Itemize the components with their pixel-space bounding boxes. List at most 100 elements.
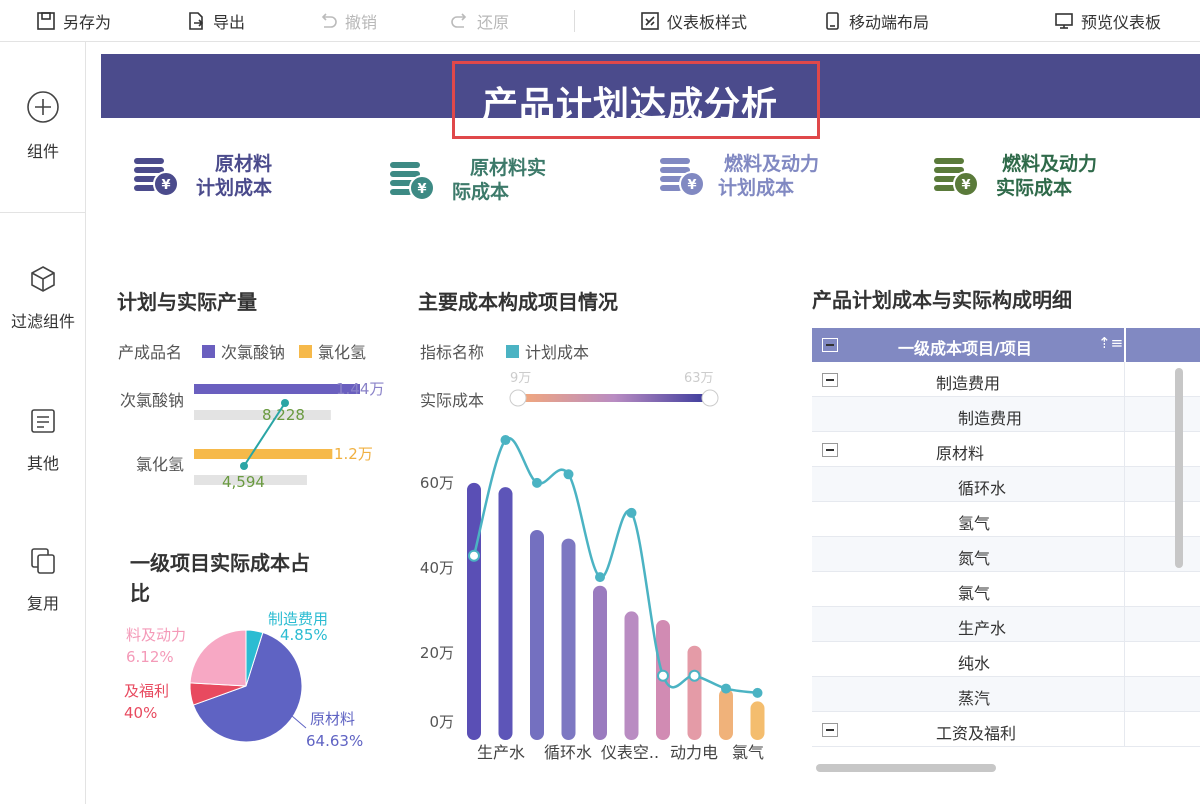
cost-bar[interactable]: [719, 688, 733, 740]
table-row[interactable]: 氮气: [812, 537, 1200, 572]
table-row[interactable]: 原材料: [812, 432, 1200, 467]
column-divider: [1124, 397, 1125, 432]
sidebar-label-filter: 过滤组件: [10, 312, 75, 331]
preview-dashboard-button[interactable]: 预览仪表板: [1054, 10, 1161, 32]
redo-button[interactable]: 还原: [450, 10, 509, 32]
column-divider: [1124, 677, 1125, 712]
kpi-label-line2: 计划成本: [196, 177, 273, 199]
cube-icon: [31, 266, 55, 292]
sidebar-item-reuse[interactable]: 复用: [0, 546, 86, 614]
cost-bar[interactable]: [561, 538, 576, 740]
plan-cost-point[interactable]: [563, 469, 574, 480]
value-label: 1.2万: [334, 445, 373, 463]
sidebar-label-reuse: 复用: [26, 594, 59, 613]
range-slider[interactable]: 9万 63万: [504, 366, 724, 410]
palette-icon: [641, 12, 659, 30]
plan-cost-point[interactable]: [532, 477, 542, 488]
legend-item[interactable]: 计划成本: [525, 339, 589, 363]
sidebar-item-filter-components[interactable]: 过滤组件: [0, 264, 86, 332]
pie-leader-line: [291, 715, 307, 729]
table-row[interactable]: 生产水: [812, 607, 1200, 642]
dashboard-style-button[interactable]: 仪表板样式: [640, 10, 747, 32]
plan-cost-point[interactable]: [595, 572, 605, 583]
legend-title: 指标名称: [420, 343, 485, 362]
row-label: 纯水: [958, 654, 991, 673]
cost-bar[interactable]: [530, 530, 544, 740]
x-tick-label: 生产水: [477, 743, 525, 762]
svg-text:¥: ¥: [161, 178, 170, 193]
table-row[interactable]: 制造费用: [812, 397, 1200, 432]
legend-item[interactable]: 次氯酸钠: [221, 339, 285, 363]
table-row[interactable]: 纯水: [812, 642, 1200, 677]
legend-swatch: [299, 344, 313, 358]
output-chart-legend: 产成品名 次氯酸钠 氯化氢: [118, 339, 366, 363]
x-tick-label: 动力电: [670, 743, 718, 762]
collapse-all-button[interactable]: [822, 338, 838, 352]
detail-table-title: 产品计划成本与实际构成明细: [812, 288, 1072, 312]
slider-max-label: 63万: [684, 371, 714, 386]
table-row[interactable]: 制造费用: [812, 362, 1200, 397]
cost-bar[interactable]: [498, 487, 513, 740]
undo-label: 撤销: [345, 13, 378, 32]
table-vertical-scrollbar[interactable]: [1175, 368, 1183, 568]
plan-cost-point[interactable]: [500, 435, 511, 445]
pie-slice[interactable]: [189, 629, 247, 687]
actual-point[interactable]: [281, 399, 289, 407]
table-row[interactable]: 循环水: [812, 467, 1200, 502]
sidebar-item-others[interactable]: 其他: [0, 406, 86, 474]
collapse-row-button[interactable]: [822, 443, 838, 457]
plan-cost-point[interactable]: [752, 687, 763, 698]
cost-chart-title: 主要成本构成项目情况: [418, 290, 618, 314]
monitor-icon: [1055, 13, 1073, 29]
cost-chart: 60万 40万 20万 0万 生产水 循环水 仪表空.. 动力电 氯气: [420, 435, 765, 762]
kpi-raw-material-plan[interactable]: ¥ 原材料 计划成本: [132, 152, 272, 200]
kpi-fuel-power-actual[interactable]: ¥ 燃料及动力 实际成本: [932, 152, 1097, 200]
plan-cost-point[interactable]: [721, 683, 731, 694]
collapse-row-button[interactable]: [822, 373, 838, 387]
plan-cost-point[interactable]: [688, 669, 701, 682]
redo-label: 还原: [477, 13, 510, 32]
plan-cost-point[interactable]: [468, 549, 480, 562]
row-label: 氯气: [958, 584, 991, 603]
table-row[interactable]: 氯气: [812, 572, 1200, 607]
actual-point[interactable]: [240, 462, 248, 470]
legend-item[interactable]: 氯化氢: [318, 339, 366, 363]
save-as-button[interactable]: 另存为: [36, 10, 111, 32]
plan-cost-point[interactable]: [657, 669, 669, 682]
column-divider: [1124, 502, 1125, 537]
table-header: 一级成本项目/项目 ⇡≡: [812, 328, 1200, 362]
collapse-row-button[interactable]: [822, 723, 838, 737]
y-tick-label: 40万: [420, 559, 454, 577]
cost-bar[interactable]: [750, 701, 765, 740]
kpi-raw-material-actual[interactable]: ¥ 原材料实 际成本: [388, 156, 546, 204]
row-label: 氮气: [958, 549, 991, 568]
cost-bar[interactable]: [593, 585, 607, 740]
table-row[interactable]: 工资及福利: [812, 712, 1200, 747]
table-row[interactable]: 蒸汽: [812, 677, 1200, 712]
cost-bar[interactable]: [467, 482, 481, 740]
slider-handle-max[interactable]: [701, 389, 719, 407]
sort-icon[interactable]: ⇡≡: [1098, 334, 1123, 352]
slider-min-label: 9万: [510, 371, 531, 386]
svg-text:¥: ¥: [961, 178, 970, 193]
cost-bar[interactable]: [687, 645, 702, 740]
undo-button[interactable]: 撤销: [318, 10, 377, 32]
kpi-fuel-power-plan[interactable]: ¥ 燃料及动力 计划成本: [658, 152, 819, 200]
slider-handle-min[interactable]: [509, 389, 527, 407]
cost-bar[interactable]: [624, 611, 639, 740]
mobile-layout-button[interactable]: 移动端布局: [822, 10, 929, 32]
table-row[interactable]: 氢气: [812, 502, 1200, 537]
pie-label-pct: 6.12%: [126, 648, 174, 666]
detail-table: 一级成本项目/项目 ⇡≡ 制造费用 制造费用 原材料 循环水 氢气 氮气 氯气 生产水 纯水 蒸汽…: [812, 328, 1200, 774]
pie-title-line2: 比: [130, 581, 150, 605]
range-slider-label: 实际成本: [420, 391, 485, 410]
toolbar: 另存为 导出 撤销 还原 仪表板样式 移动端布局 预览仪表板: [0, 0, 1200, 42]
plan-cost-point[interactable]: [626, 507, 637, 518]
sidebar-item-components[interactable]: 组件: [0, 90, 86, 162]
add-circle-icon: [27, 91, 59, 123]
plan-cost-line: [472, 436, 758, 695]
export-button[interactable]: 导出: [186, 10, 245, 32]
sidebar-label-components: 组件: [26, 142, 59, 161]
bar-plan-hcl[interactable]: [194, 449, 333, 459]
table-horizontal-scrollbar[interactable]: [816, 764, 996, 772]
